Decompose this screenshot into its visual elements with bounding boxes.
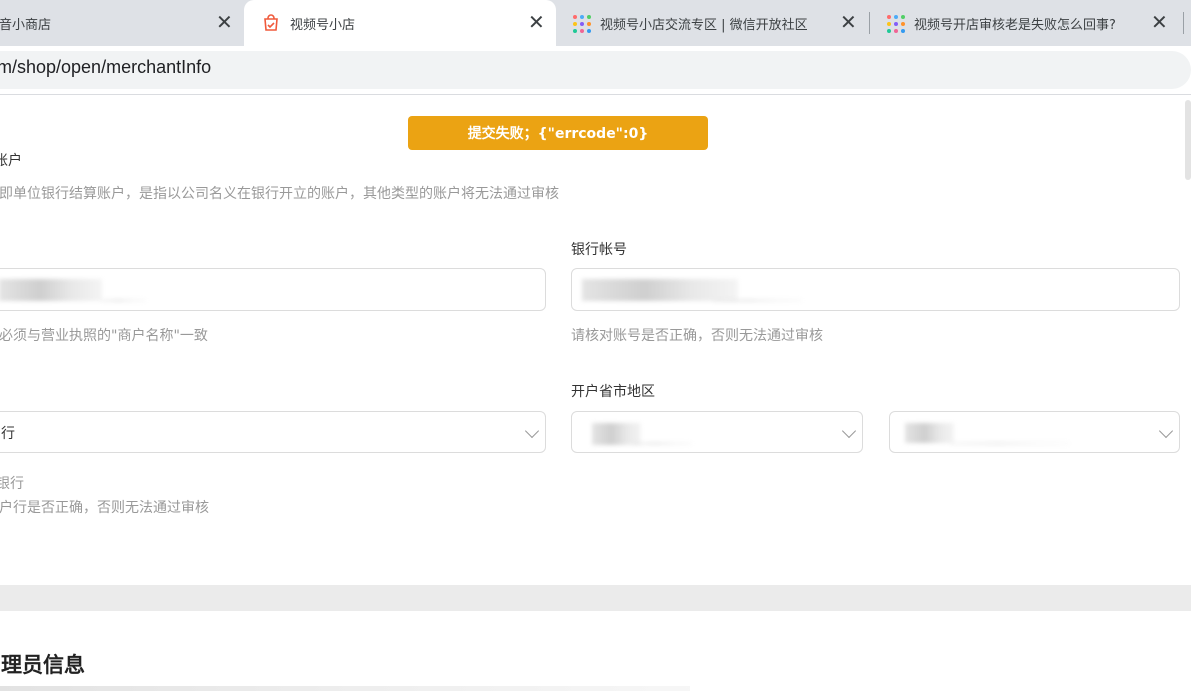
admin-section-title: 理员信息 [1,653,85,677]
tab-label: 视频号小店 [290,17,356,33]
bank-select[interactable]: 行 [0,411,546,453]
account-name-input[interactable] [0,268,546,311]
branch-label: 银行 [0,476,24,492]
close-icon[interactable]: ✕ [216,12,233,32]
redacted-value [582,279,738,301]
redacted-value [905,423,954,443]
bank-section-description: 即单位银行结算账户，是指以公司名义在银行开立的账户，其他类型的账户将无法通过审核 [0,186,559,202]
error-toast: 提交失败；{"errcode":0} [408,116,708,150]
url-field[interactable]: m/shop/open/merchantInfo [0,51,1191,89]
tab-label: 视频号开店审核老是失败怎么回事? [914,17,1116,33]
tab-community[interactable]: 视频号小店交流专区 | 微信开放社区 ✕ [556,0,868,46]
redacted-value [101,299,146,302]
toolbar-divider [0,94,1191,95]
account-number-hint: 请核对账号是否正确，否则无法通过审核 [571,328,823,344]
chevron-down-icon [524,423,540,439]
chevron-down-icon [841,423,857,439]
bank-select-value: 行 [1,426,15,442]
tab-douyin-shop[interactable]: 音小商店 ✕ [0,0,244,46]
tab-separator [1183,12,1184,34]
section-divider [0,585,1191,611]
bank-section-title: 账户 [0,153,22,169]
region-label: 开户省市地区 [571,384,655,400]
account-number-label: 银行帐号 [571,242,627,258]
tab-label: 音小商店 [0,17,52,33]
wechat-devs-icon [886,14,905,33]
tab-label: 视频号小店交流专区 | 微信开放社区 [600,17,808,33]
shop-bag-icon [262,14,280,32]
browser-tab-strip: 音小商店 ✕ 视频号小店 ✕ 视频号小店交流专区 | 微信开放社区 ✕ 视频号开… [0,0,1191,46]
account-number-input[interactable] [571,268,1180,311]
redacted-value [950,442,1070,445]
branch-hint: 户行是否正确，否则无法通过审核 [0,500,209,516]
admin-section-description-cutoff [0,686,690,691]
redacted-value [712,299,802,302]
city-select[interactable] [889,411,1180,453]
close-icon[interactable]: ✕ [840,12,857,32]
close-icon[interactable]: ✕ [1151,12,1168,32]
account-name-hint: 必须与营业执照的"商户名称"一致 [0,328,208,344]
province-select[interactable] [571,411,863,453]
tab-video-shop[interactable]: 视频号小店 ✕ [244,0,556,46]
redacted-value [632,442,692,445]
wechat-devs-icon [572,14,591,33]
redacted-value [0,279,102,301]
address-bar: m/shop/open/merchantInfo [0,46,1191,94]
close-icon[interactable]: ✕ [528,12,545,32]
tab-review-question[interactable]: 视频号开店审核老是失败怎么回事? ✕ [870,0,1191,46]
url-text: m/shop/open/merchantInfo [0,57,212,77]
chevron-down-icon [1158,423,1174,439]
page-scrollbar[interactable] [1185,100,1191,180]
